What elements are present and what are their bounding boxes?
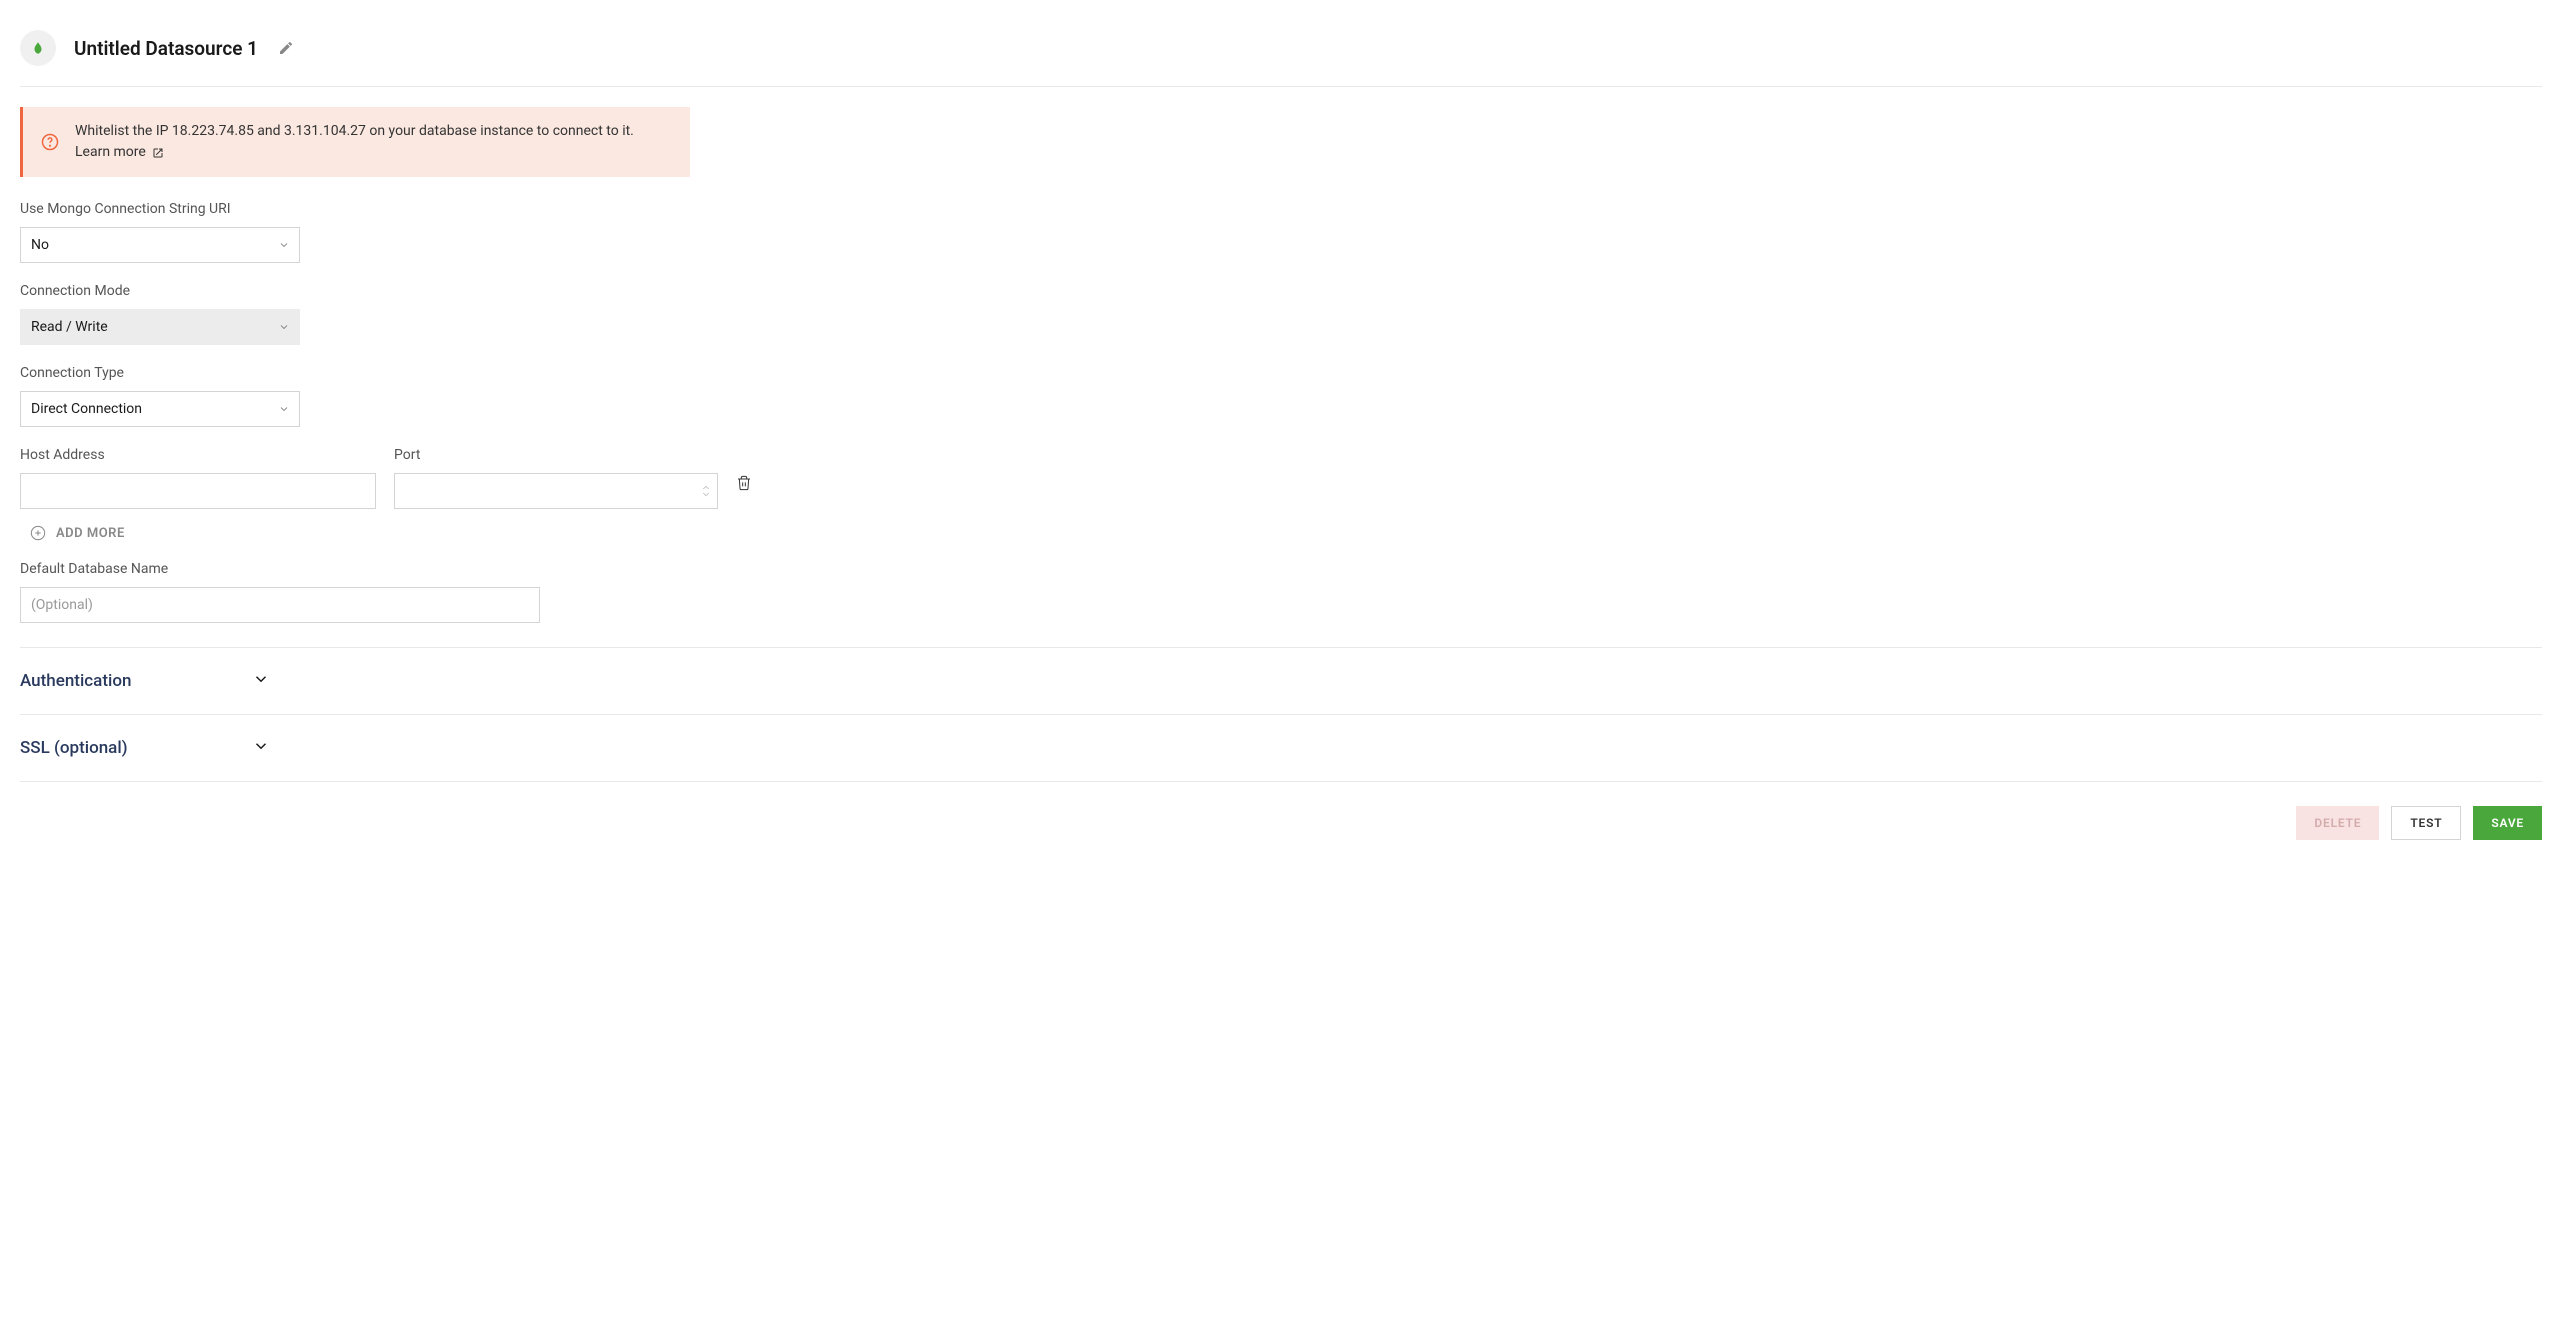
connection-mode-select[interactable]: Read / Write xyxy=(20,309,300,345)
connection-type-value: Direct Connection xyxy=(20,391,300,427)
mongo-uri-value: No xyxy=(20,227,300,263)
learn-more-link[interactable]: Learn more xyxy=(75,142,164,163)
whitelist-callout: Whitelist the IP 18.223.74.85 and 3.131.… xyxy=(20,107,690,177)
db-name-input[interactable] xyxy=(20,587,540,623)
authentication-title: Authentication xyxy=(20,671,131,691)
host-label: Host Address xyxy=(20,447,376,463)
footer-actions: DELETE TEST SAVE xyxy=(20,782,2542,840)
add-more-button[interactable]: ADD MORE xyxy=(30,525,125,541)
trash-icon xyxy=(736,475,752,491)
chevron-down-icon xyxy=(252,737,270,759)
edit-icon[interactable] xyxy=(278,40,294,56)
save-button[interactable]: SAVE xyxy=(2473,806,2542,840)
ssl-title: SSL (optional) xyxy=(20,738,128,758)
callout-message: Whitelist the IP 18.223.74.85 and 3.131.… xyxy=(75,123,634,139)
mongo-leaf-icon xyxy=(31,41,45,55)
connection-type-label: Connection Type xyxy=(20,365,740,381)
port-stepper[interactable] xyxy=(702,486,710,497)
connection-mode-value: Read / Write xyxy=(20,309,300,345)
host-input[interactable] xyxy=(20,473,376,509)
mongo-uri-label: Use Mongo Connection String URI xyxy=(20,201,740,217)
connection-type-select[interactable]: Direct Connection xyxy=(20,391,300,427)
ssl-section-toggle[interactable]: SSL (optional) xyxy=(20,715,2542,782)
connection-mode-label: Connection Mode xyxy=(20,283,740,299)
port-label: Port xyxy=(394,447,718,463)
add-more-label: ADD MORE xyxy=(56,526,125,541)
plus-circle-icon xyxy=(30,525,46,541)
authentication-section-toggle[interactable]: Authentication xyxy=(20,648,2542,715)
delete-button[interactable]: DELETE xyxy=(2296,806,2379,840)
chevron-up-icon xyxy=(702,486,710,491)
delete-host-button[interactable] xyxy=(736,475,752,491)
page-title: Untitled Datasource 1 xyxy=(74,37,258,60)
page-header: Untitled Datasource 1 xyxy=(20,20,2542,87)
datasource-logo xyxy=(20,30,56,66)
chevron-down-icon xyxy=(252,670,270,692)
db-name-label: Default Database Name xyxy=(20,561,740,577)
mongo-uri-select[interactable]: No xyxy=(20,227,300,263)
learn-more-label: Learn more xyxy=(75,142,146,163)
port-input[interactable] xyxy=(394,473,718,509)
test-button[interactable]: TEST xyxy=(2391,806,2461,840)
external-link-icon xyxy=(152,147,164,159)
chevron-down-icon xyxy=(702,492,710,497)
question-icon xyxy=(41,133,59,151)
